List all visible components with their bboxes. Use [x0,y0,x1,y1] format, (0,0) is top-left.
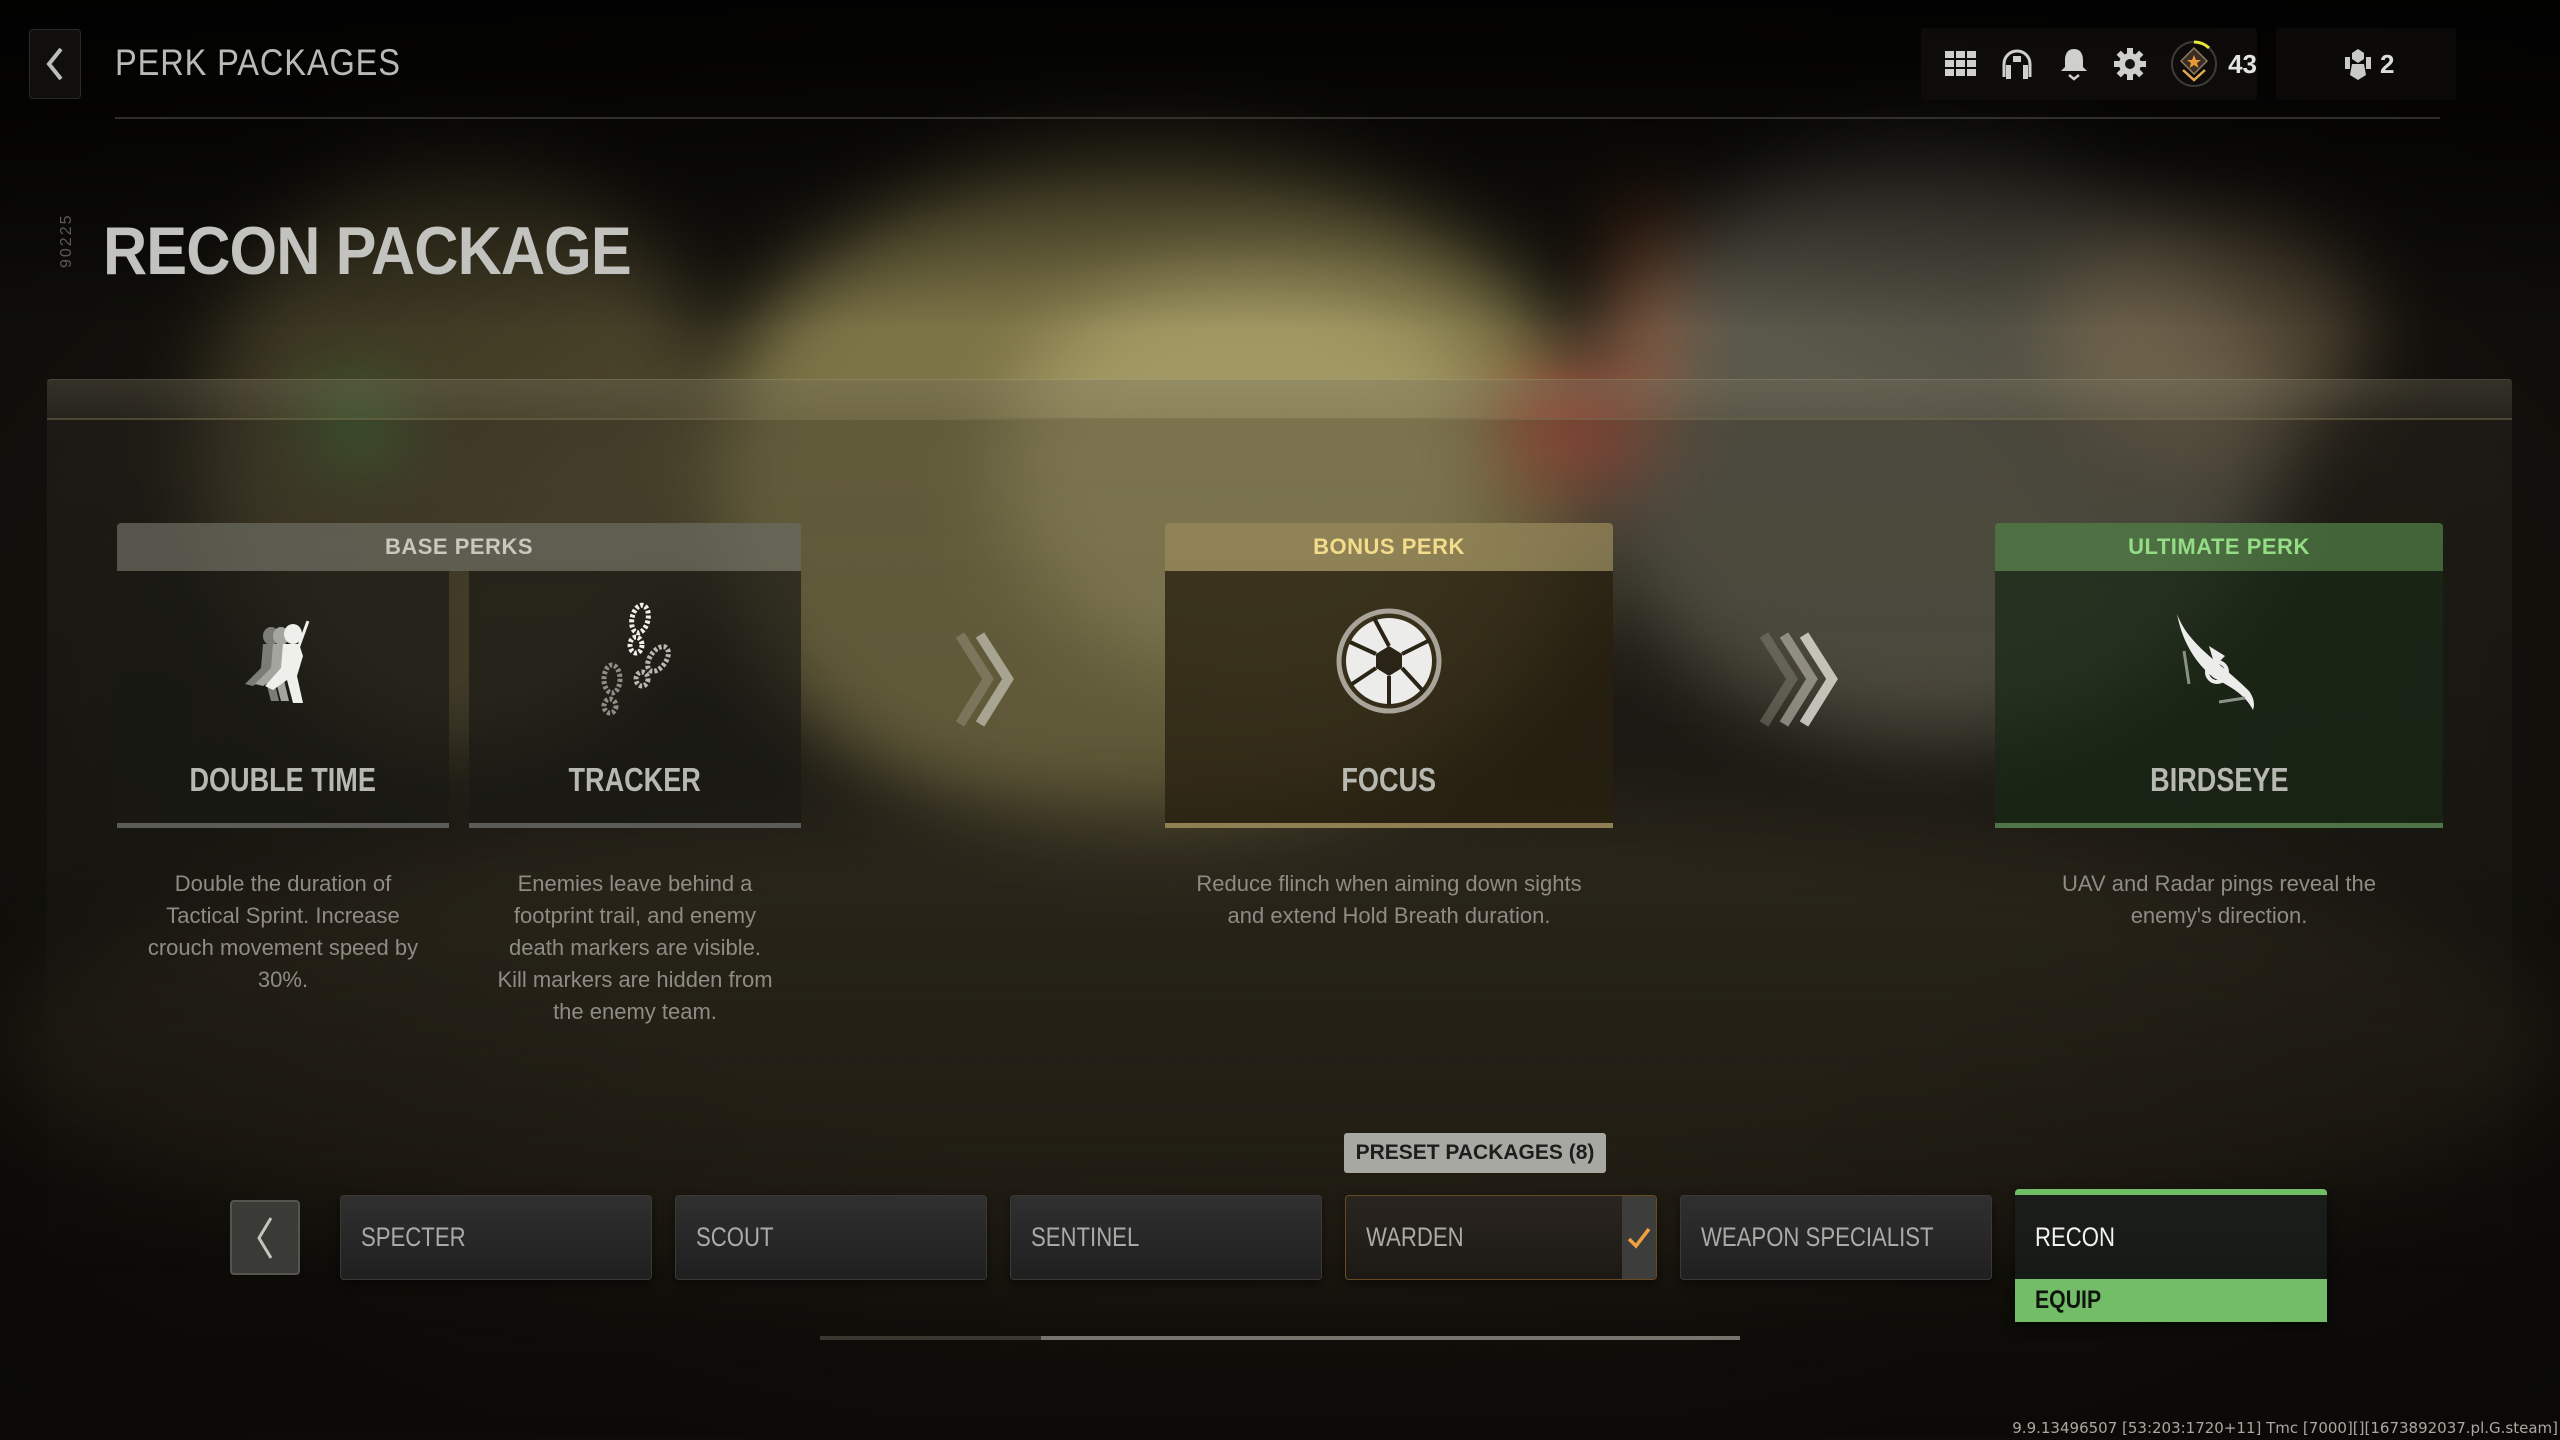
preset-recon-button[interactable]: RECON EQUIP [2015,1189,2327,1322]
perk-card-tracker[interactable]: TRACKER [469,571,801,828]
rank-badge[interactable] [2166,35,2222,93]
perk-description-focus: Reduce flinch when aiming down sights and… [1196,871,1582,928]
grid-menu-icon[interactable] [1933,35,1989,93]
chevron-left-icon [46,47,63,81]
perk-name: TRACKER [568,761,702,798]
bell-icon[interactable] [2045,35,2101,93]
double-chevron-right-icon [955,632,1014,727]
perk-description-tracker: Enemies leave behind a footprint trail, a… [497,871,773,1024]
perk-card-focus[interactable]: FOCUS [1165,571,1613,828]
preset-specter-button[interactable]: SPECTER [340,1195,652,1280]
preset-packages-label: PRESET PACKAGES (8) [1344,1133,1606,1173]
perk-name: FOCUS [1341,761,1437,798]
bonus-perk-heading: BONUS PERK [1165,523,1613,571]
page-title: PERK PACKAGES [115,42,401,83]
preset-weapon-specialist-button[interactable]: WEAPON SPECIALIST [1680,1195,1992,1280]
triple-chevron-right-icon [1759,632,1838,727]
perk-card-birdseye[interactable]: BIRDSEYE [1995,571,2443,828]
running-soldier-icon [223,601,343,721]
footprints-icon [575,601,695,721]
checkmark-icon [1627,1227,1651,1249]
party-members-icon [2345,49,2371,80]
perk-card-double-time[interactable]: DOUBLE TIME [117,571,449,828]
perk-description-double-time: Double the duration of Tactical Sprint. I… [147,871,419,992]
top-toolbar: 43 [1921,28,2257,100]
gear-icon[interactable] [2102,35,2158,93]
previous-page-button[interactable] [230,1200,300,1275]
ultimate-perk-heading: ULTIMATE PERK [1995,523,2443,571]
perk-name: DOUBLE TIME [189,761,377,798]
header-divider [115,117,2440,119]
headset-icon[interactable] [1989,35,2045,93]
party-button[interactable]: 2 [2276,28,2456,100]
scrollbar-thumb[interactable] [1040,1336,1740,1340]
preset-recon-label: RECON [2035,1221,2115,1252]
preset-warden-button[interactable]: WARDEN [1345,1195,1657,1280]
equip-button[interactable]: EQUIP [2015,1279,2327,1322]
rank-emblem-icon [2170,40,2217,87]
party-count: 2 [2380,48,2395,79]
package-id: 90225 [58,213,75,269]
perk-description-birdseye: UAV and Radar pings reveal the enemy's di… [2062,871,2376,928]
bird-eye-icon [2159,601,2279,721]
rank-level: 43 [2228,48,2258,79]
base-perks-heading: BASE PERKS [117,523,801,571]
equipped-indicator [1622,1196,1656,1279]
preset-scrollbar[interactable] [820,1336,1740,1340]
preset-scout-button[interactable]: SCOUT [675,1195,987,1280]
back-button[interactable] [29,29,81,99]
chevron-left-icon [257,1216,273,1259]
perk-name: BIRDSEYE [2149,761,2289,798]
build-info: 9.9.13496507 [53:203:1720+11] Tmc [7000]… [2012,1419,2558,1437]
bonus-perk-group: BONUS PERK FOCUS [1165,523,1613,828]
ultimate-perk-group: ULTIMATE PERK BIRDSEYE [1995,523,2443,828]
package-title: RECON PACKAGE [103,213,632,289]
aperture-icon [1329,601,1449,721]
preset-sentinel-button[interactable]: SENTINEL [1010,1195,1322,1280]
base-perks-group: BASE PERKS DOUBLE TIME TRACKER [117,523,801,828]
